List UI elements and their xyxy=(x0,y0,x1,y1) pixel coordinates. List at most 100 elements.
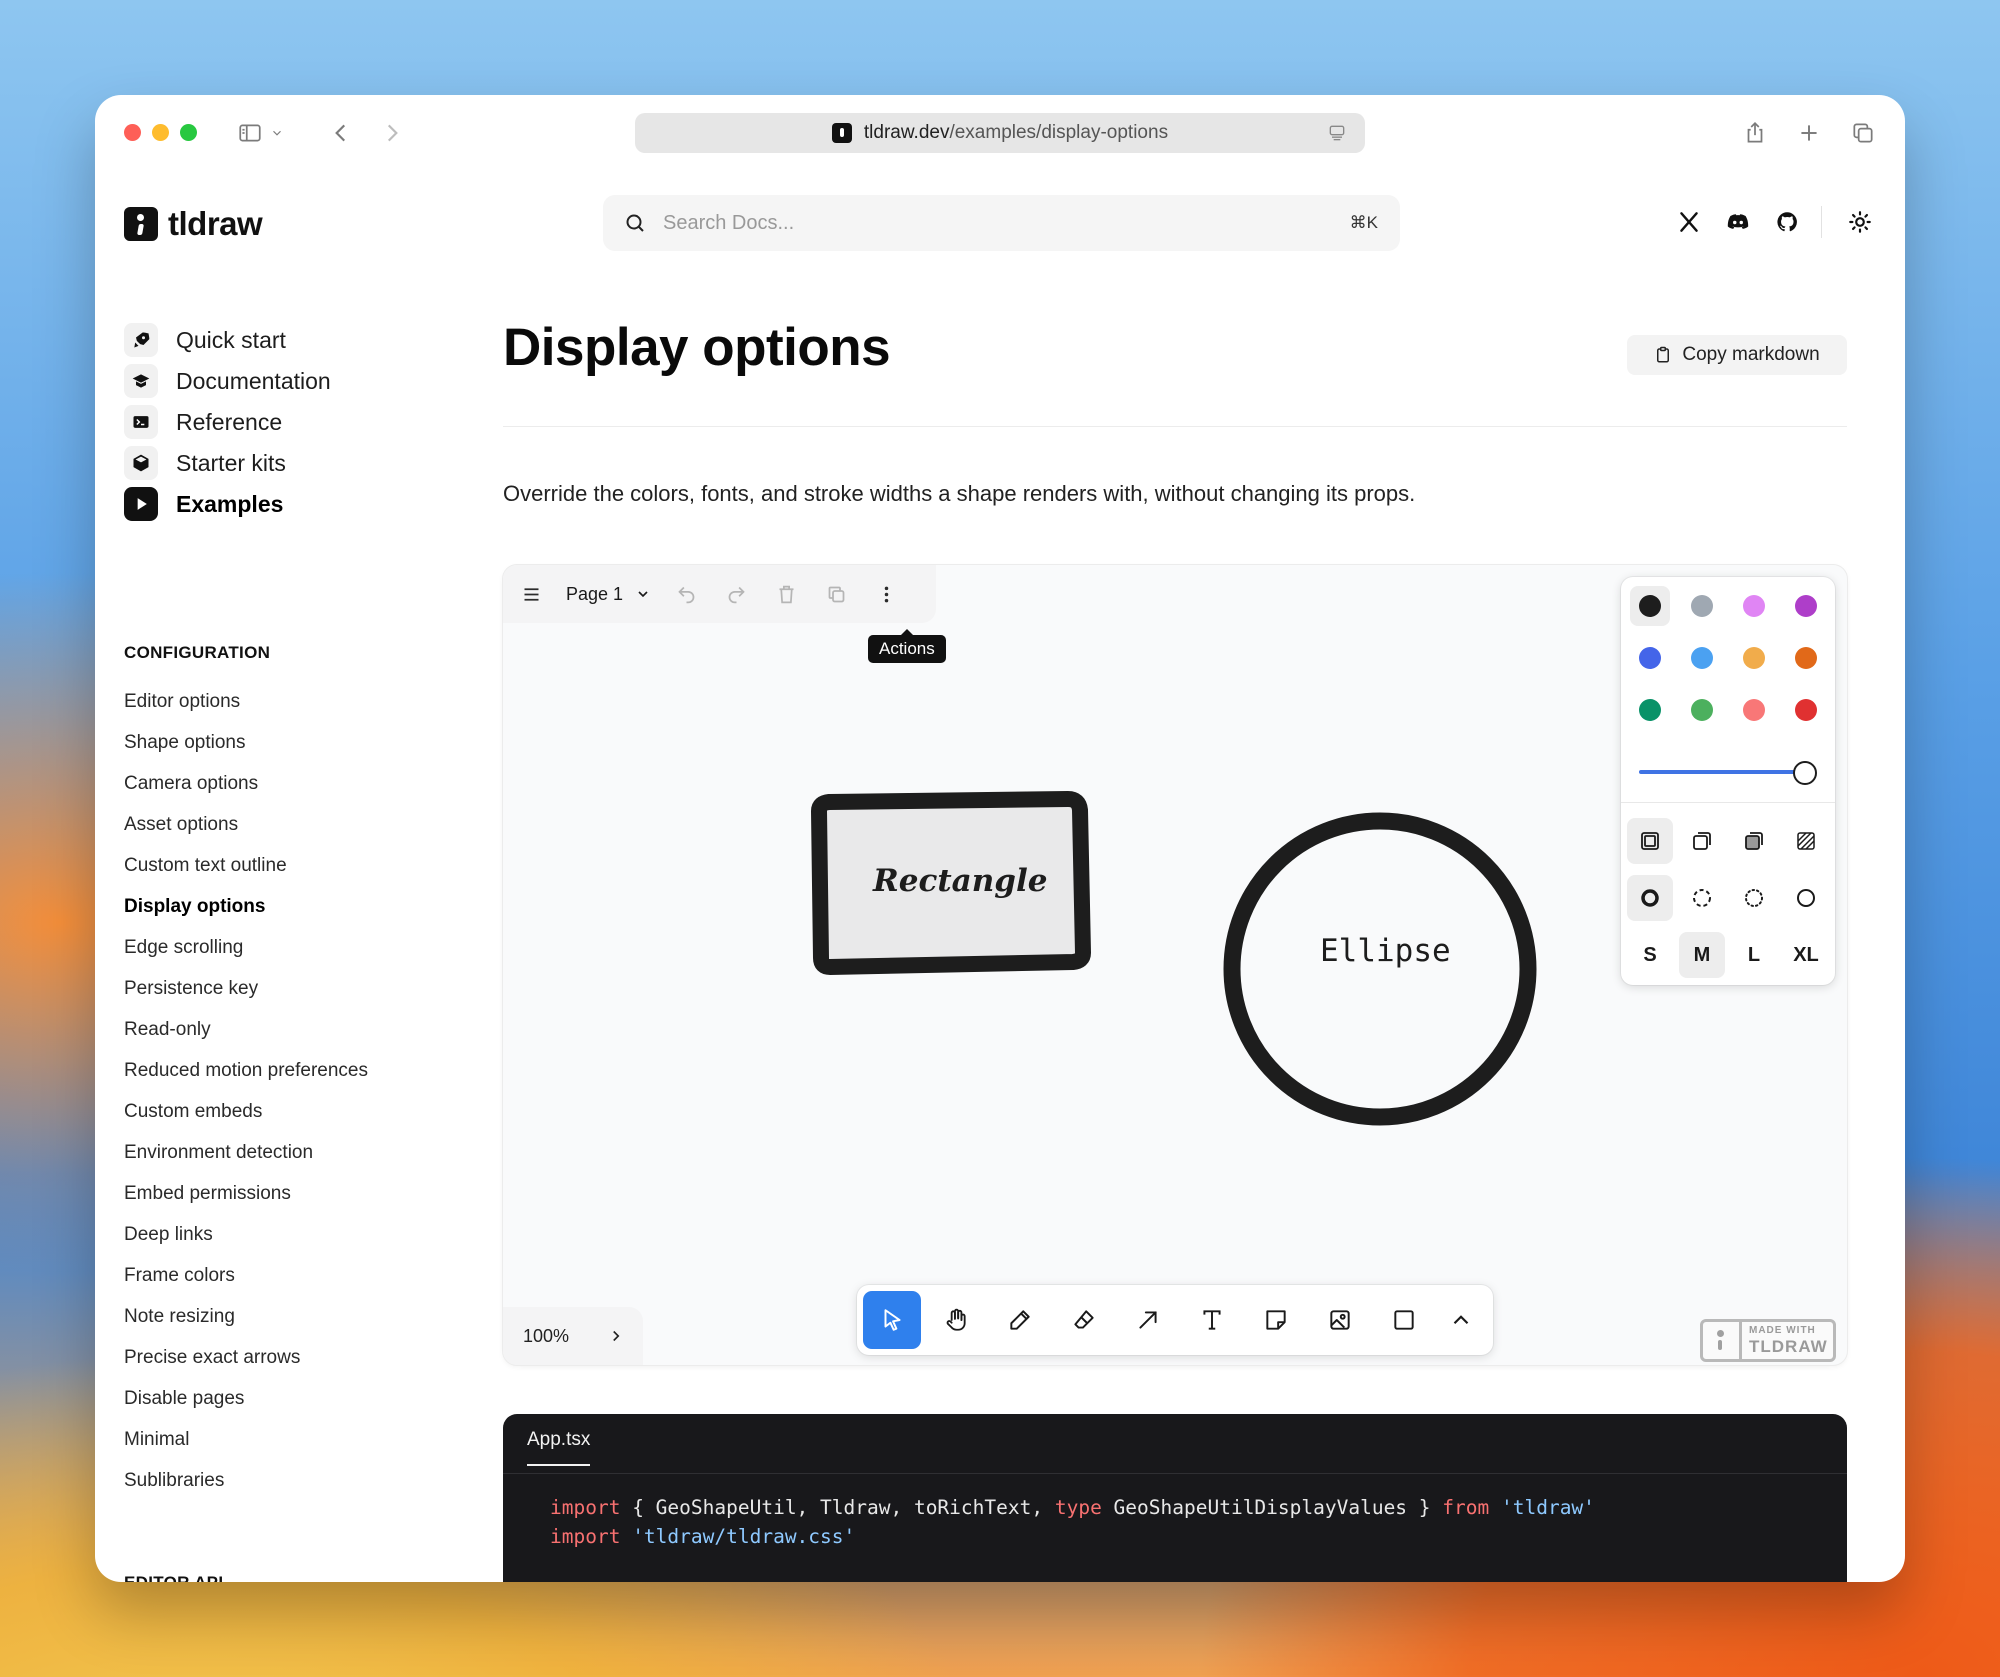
color-swatch-button[interactable] xyxy=(1786,690,1826,730)
color-swatch-button[interactable] xyxy=(1682,638,1722,678)
sidebar-example-link[interactable]: Note resizing xyxy=(124,1306,235,1328)
hand-tool[interactable] xyxy=(927,1291,985,1349)
forward-icon[interactable] xyxy=(376,117,408,149)
sidebar-example-link[interactable]: Frame colors xyxy=(124,1265,235,1287)
eraser-tool[interactable] xyxy=(1055,1291,1113,1349)
dash-dotted-button[interactable] xyxy=(1731,875,1777,921)
editor-canvas[interactable]: Page 1 Actions Rectangle Ellipse S M L X… xyxy=(503,565,1847,1365)
sidebar-example-link[interactable]: Environment detection xyxy=(124,1142,313,1164)
select-tool[interactable] xyxy=(863,1291,921,1349)
dash-dashed-button[interactable] xyxy=(1679,875,1725,921)
sidebar-example-link[interactable]: Camera options xyxy=(124,773,258,795)
arrow-tool[interactable] xyxy=(1119,1291,1177,1349)
zoom-window-button[interactable] xyxy=(180,124,197,141)
fill-none-button[interactable] xyxy=(1627,818,1673,864)
fill-solid-button[interactable] xyxy=(1731,818,1777,864)
nav-item-examples[interactable]: Examples xyxy=(124,486,283,522)
sidebar-example-link[interactable]: Custom embeds xyxy=(124,1101,262,1123)
dash-draw-button[interactable] xyxy=(1627,875,1673,921)
sidebar-example-link[interactable]: Read-only xyxy=(124,1019,211,1041)
color-swatch-button[interactable] xyxy=(1682,586,1722,626)
dash-solid-button[interactable] xyxy=(1783,875,1829,921)
tldraw-logo[interactable]: tldraw xyxy=(124,205,263,243)
sidebar-toggle-icon[interactable] xyxy=(234,117,266,149)
nav-item-quick-start[interactable]: Quick start xyxy=(124,322,286,358)
sidebar-example-link[interactable]: Persistence key xyxy=(124,978,258,1000)
rectangle-tool[interactable] xyxy=(1375,1291,1433,1349)
color-swatch-button[interactable] xyxy=(1682,690,1722,730)
ellipse-label[interactable]: Ellipse xyxy=(1320,933,1451,969)
note-tool[interactable] xyxy=(1247,1291,1305,1349)
size-m-button[interactable]: M xyxy=(1679,932,1725,978)
draw-tool[interactable] xyxy=(991,1291,1049,1349)
share-icon[interactable] xyxy=(1739,117,1771,149)
fill-pattern-button[interactable] xyxy=(1783,818,1829,864)
color-swatch-button[interactable] xyxy=(1630,586,1670,626)
code-text: { GeoShapeUtil, Tldraw, toRichText, xyxy=(620,1496,1055,1519)
made-with-tldraw-badge[interactable]: MADE WITH TLDRAW xyxy=(1700,1319,1836,1362)
fill-semi-button[interactable] xyxy=(1679,818,1725,864)
color-swatch-button[interactable] xyxy=(1734,638,1774,678)
color-swatch-button[interactable] xyxy=(1734,586,1774,626)
color-swatch-button[interactable] xyxy=(1630,690,1670,730)
more-tools-button[interactable] xyxy=(1435,1291,1487,1349)
theme-toggle-icon[interactable] xyxy=(1845,207,1875,237)
color-swatch-button[interactable] xyxy=(1786,586,1826,626)
browser-window: tldraw.dev/examples/display-options tldr… xyxy=(95,95,1905,1582)
copy-markdown-button[interactable]: Copy markdown xyxy=(1627,335,1847,375)
color-swatch-button[interactable] xyxy=(1734,690,1774,730)
close-window-button[interactable] xyxy=(124,124,141,141)
image-tool[interactable] xyxy=(1311,1291,1369,1349)
nav-item-documentation[interactable]: Documentation xyxy=(124,363,331,399)
tab-overview-icon[interactable] xyxy=(1847,117,1879,149)
sidebar-example-link[interactable]: Embed permissions xyxy=(124,1183,291,1205)
chevron-down-icon[interactable] xyxy=(267,117,287,149)
sidebar-example-link[interactable]: Shape options xyxy=(124,732,246,754)
color-swatch xyxy=(1743,647,1765,669)
sidebar-example-link[interactable]: Custom text outline xyxy=(124,855,287,877)
sidebar-example-link[interactable]: Deep links xyxy=(124,1224,213,1246)
sidebar-example-link[interactable]: Sublibraries xyxy=(124,1470,224,1492)
address-bar[interactable]: tldraw.dev/examples/display-options xyxy=(635,113,1365,153)
nav-item-starter-kits[interactable]: Starter kits xyxy=(124,445,286,481)
opacity-slider-thumb[interactable] xyxy=(1793,761,1817,785)
text-tool[interactable] xyxy=(1183,1291,1241,1349)
reader-mode-icon[interactable] xyxy=(1327,123,1347,143)
fill-none-icon xyxy=(1641,832,1659,850)
sidebar-example-link[interactable]: Disable pages xyxy=(124,1388,244,1410)
zoom-panel[interactable]: 100% xyxy=(503,1307,643,1365)
url-host: tldraw.dev xyxy=(863,122,950,143)
sidebar-example-link[interactable]: Edge scrolling xyxy=(124,937,243,959)
sidebar-section-title: CONFIGURATION xyxy=(124,643,271,662)
rectangle-label[interactable]: Rectangle xyxy=(873,863,1047,899)
nav-label: Reference xyxy=(176,408,283,435)
github-icon[interactable] xyxy=(1772,207,1802,237)
size-l-button[interactable]: L xyxy=(1731,932,1777,978)
sidebar-example-link[interactable]: Minimal xyxy=(124,1429,189,1451)
discord-icon[interactable] xyxy=(1723,207,1753,237)
sidebar-example-link[interactable]: Precise exact arrows xyxy=(124,1347,300,1369)
nav-item-reference[interactable]: Reference xyxy=(124,404,282,440)
code-tab-app-tsx[interactable]: App.tsx xyxy=(527,1429,591,1466)
fill-semi-icon xyxy=(1693,832,1711,850)
hand-icon xyxy=(946,1308,966,1331)
sidebar-example-link[interactable]: Editor options xyxy=(124,691,240,713)
opacity-slider[interactable] xyxy=(1639,770,1805,774)
color-swatch-button[interactable] xyxy=(1786,638,1826,678)
sidebar-example-link[interactable]: Asset options xyxy=(124,814,238,836)
size-xl-button[interactable]: XL xyxy=(1783,932,1829,978)
color-swatch-button[interactable] xyxy=(1630,638,1670,678)
back-icon[interactable] xyxy=(325,117,357,149)
sidebar-example-link[interactable]: Reduced motion preferences xyxy=(124,1060,368,1082)
x-twitter-icon[interactable] xyxy=(1674,207,1704,237)
text-icon xyxy=(1203,1310,1221,1330)
sidebar-example-link[interactable]: Display options xyxy=(124,896,265,918)
search-input[interactable]: Search Docs... ⌘K xyxy=(603,195,1400,251)
new-tab-icon[interactable] xyxy=(1793,117,1825,149)
size-s-button[interactable]: S xyxy=(1627,932,1673,978)
badge-line2: TLDRAW xyxy=(1749,1337,1828,1356)
color-swatch xyxy=(1795,647,1817,669)
minimize-window-button[interactable] xyxy=(152,124,169,141)
color-swatch xyxy=(1691,595,1713,617)
page-title: Display options xyxy=(503,318,891,377)
